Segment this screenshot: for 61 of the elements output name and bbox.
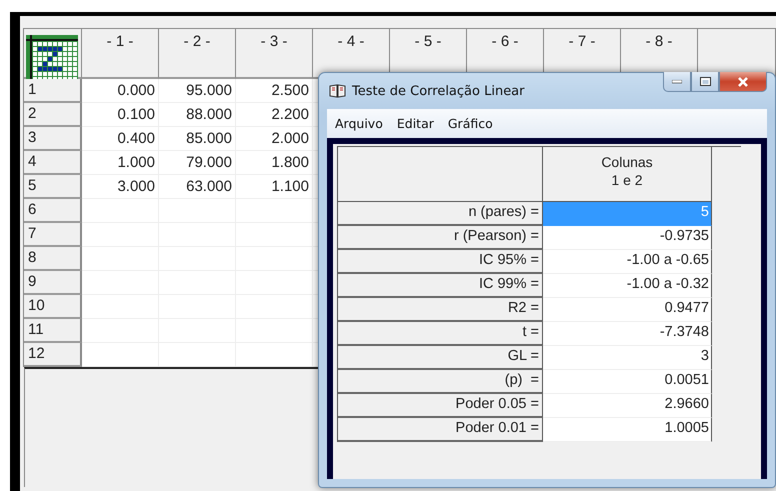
row-label: R2 = — [338, 298, 543, 322]
table-cell: 0.100 — [82, 103, 159, 127]
table-cell: 0.400 — [82, 127, 159, 151]
maximize-icon — [700, 77, 710, 86]
row-label: Poder 0.05 = — [338, 394, 543, 418]
grid-logo-icon — [26, 35, 78, 81]
menu-item[interactable]: Gráfico — [448, 116, 493, 131]
row-header[interactable]: 11 — [24, 319, 82, 343]
close-button[interactable] — [719, 72, 767, 92]
row-header[interactable]: 12 — [24, 343, 82, 367]
table-cell: 3.000 — [82, 175, 159, 199]
table-cell: 2.500 — [236, 79, 313, 103]
table-cell: 88.000 — [159, 103, 236, 127]
value-cell[interactable]: -0.9735 — [543, 226, 712, 250]
table-cell: 0.000 — [82, 79, 159, 103]
value-cell[interactable]: -1.00 a -0.32 — [543, 274, 712, 298]
row-label: GL = — [338, 346, 543, 370]
row-header[interactable]: 6 — [24, 199, 82, 223]
row-header[interactable]: 4 — [24, 151, 82, 175]
window-title: Teste de Correlação Linear — [352, 84, 524, 98]
close-icon — [737, 76, 749, 86]
table-cell: 2.000 — [236, 127, 313, 151]
row-header[interactable]: 1 — [24, 79, 82, 103]
table-cell: 1.800 — [236, 151, 313, 175]
value-cell[interactable]: 1.0005 — [543, 418, 712, 442]
table-cell: 85.000 — [159, 127, 236, 151]
column-header[interactable]: - 2 - — [159, 29, 236, 79]
row-label: r (Pearson) = — [338, 226, 543, 250]
value-cell[interactable]: 0.9477 — [543, 298, 712, 322]
row-header[interactable]: 5 — [24, 175, 82, 199]
table-cell: 1.100 — [236, 175, 313, 199]
row-label: IC 95% = — [338, 250, 543, 274]
row-header[interactable]: 7 — [24, 223, 82, 247]
row-header[interactable]: 9 — [24, 271, 82, 295]
row-label: t = — [338, 322, 543, 346]
value-cell[interactable]: -7.3748 — [543, 322, 712, 346]
row-label: n (pares) = — [338, 202, 543, 226]
row-label: IC 99% = — [338, 274, 543, 298]
value-cell[interactable]: -1.00 a -0.65 — [543, 250, 712, 274]
row-header[interactable]: 2 — [24, 103, 82, 127]
value-cell[interactable]: 2.9660 — [543, 394, 712, 418]
table-cell: 1.000 — [82, 151, 159, 175]
row-label: (p) = — [338, 370, 543, 394]
maximize-button[interactable] — [691, 72, 719, 92]
row-header[interactable]: 3 — [24, 127, 82, 151]
value-cell[interactable]: 0.0051 — [543, 370, 712, 394]
table-cell: 95.000 — [159, 79, 236, 103]
row-header[interactable]: 8 — [24, 247, 82, 271]
minimize-button[interactable] — [663, 72, 691, 92]
column-header: Colunas 1 e 2 — [543, 147, 712, 202]
table-cell: 79.000 — [159, 151, 236, 175]
book-icon — [329, 84, 346, 98]
table-cell: 2.200 — [236, 103, 313, 127]
table-cell: 63.000 — [159, 175, 236, 199]
value-cell[interactable]: 3 — [543, 346, 712, 370]
column-header[interactable]: - 3 - — [236, 29, 313, 79]
row-label: Poder 0.01 = — [338, 418, 543, 442]
menu-item[interactable]: Arquivo — [335, 116, 383, 131]
menu-item[interactable]: Editar — [396, 116, 434, 131]
column-header[interactable]: - 1 - — [82, 29, 159, 79]
row-header[interactable]: 10 — [24, 295, 82, 319]
